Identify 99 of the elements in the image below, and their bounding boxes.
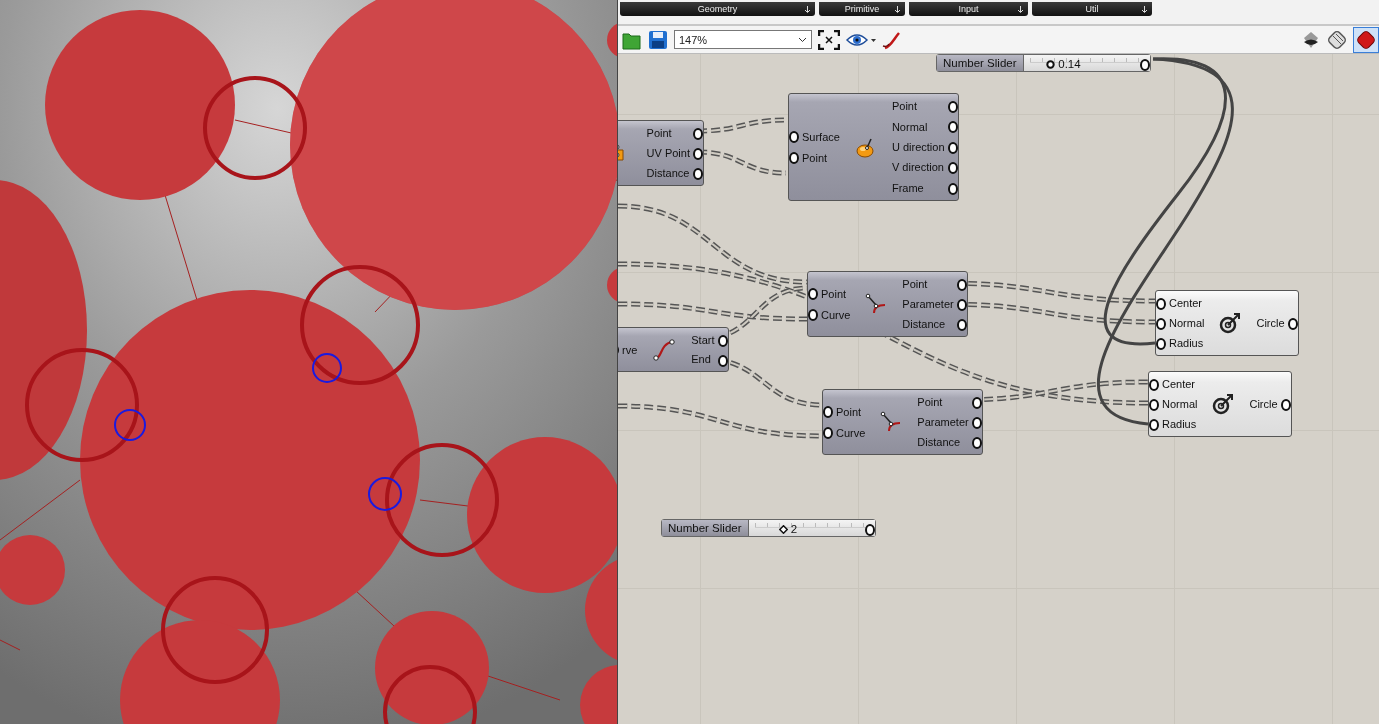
slider-title: Number Slider [662,520,749,536]
output-port[interactable] [947,182,958,195]
curve-point-icon [880,411,903,433]
output-port[interactable] [693,168,703,180]
caret-icon [798,36,807,43]
slider-knob[interactable] [1046,59,1056,69]
component-node[interactable]: rve Start End [618,327,729,372]
output-port[interactable] [947,121,958,134]
output-port[interactable] [693,128,703,140]
input-port[interactable] [1149,419,1159,431]
input-label: Point [836,405,862,418]
input-label: Point [802,151,828,164]
output-port[interactable] [971,397,982,409]
input-port[interactable] [808,288,818,300]
input-label: Normal [1162,398,1198,410]
expand-arrow-icon[interactable] [1141,6,1148,13]
output-label: Circle [1256,317,1285,329]
input-port[interactable] [789,152,799,164]
output-label: Point [902,278,928,290]
input-port[interactable] [1156,298,1166,310]
output-label: Circle [1249,398,1278,410]
output-label: Point [917,396,943,408]
output-port[interactable] [717,354,728,367]
slider-knob[interactable] [778,524,788,534]
output-label: U direction [891,141,945,153]
curve-point-icon [865,293,888,315]
input-label: Normal [1169,317,1205,329]
input-label: rve [622,343,638,356]
input-label: Surface [802,130,840,143]
output-port[interactable] [956,319,967,331]
input-port[interactable] [1156,338,1166,350]
component-node[interactable]: Center Normal Radius Circle [1155,290,1299,356]
input-label: Radius [1169,337,1204,349]
output-port[interactable] [947,101,958,113]
output-port[interactable] [1287,317,1298,330]
input-port[interactable] [823,406,833,418]
input-label: Curve [821,308,851,321]
output-label: Parameter [902,298,954,310]
expand-arrow-icon[interactable] [894,6,901,13]
output-port[interactable] [947,162,958,175]
slider-title: Number Slider [937,55,1024,71]
number-slider[interactable]: Number Slider 0.14 [936,54,1151,72]
output-port[interactable] [947,141,958,154]
save-icon[interactable] [648,29,668,50]
component-node[interactable]: Point Curve Point Parameter Distance [822,389,983,455]
input-port[interactable] [1149,399,1159,411]
output-label: Parameter [917,416,969,428]
component-node[interactable]: Surface Point Point Normal U direction V direction Frame [788,93,959,201]
zoom-extents-icon[interactable] [818,29,840,50]
category-tab[interactable]: Util [1032,2,1152,16]
output-label: End [691,353,711,366]
output-port[interactable] [693,148,703,160]
preview-shaded-icon[interactable] [1301,29,1321,50]
input-port[interactable] [823,427,833,439]
input-label: Center [1169,297,1203,309]
surface-blob-icon [854,136,877,158]
output-port[interactable] [971,437,982,449]
output-port[interactable] [1140,59,1150,71]
output-port[interactable] [971,417,982,429]
input-label: Curve [836,426,866,439]
input-label: Radius [1162,418,1197,430]
output-port[interactable] [956,279,967,291]
output-label: Point [646,127,672,139]
input-port[interactable] [1156,318,1166,330]
input-label: Point [821,287,847,300]
output-label: Distance [902,318,946,330]
circle-target-icon [1212,393,1235,415]
circle-target-icon [1219,312,1242,334]
input-label: Center [1162,378,1196,390]
output-port[interactable] [717,335,728,347]
input-port[interactable] [1149,379,1159,391]
output-label: Distance [917,436,961,448]
output-label: Frame [891,181,924,194]
output-label: UV Point [646,147,690,159]
category-tab[interactable]: Input [909,2,1028,16]
output-port[interactable] [956,299,967,311]
output-label: Normal [891,120,928,133]
category-tab[interactable]: Geometry [620,2,815,16]
preview-selected-button[interactable] [1353,26,1379,53]
curve-endpoints-icon [652,337,677,362]
output-port[interactable] [1280,398,1291,411]
output-label: Distance [646,167,690,179]
output-label: V direction [891,161,944,174]
slider-value: 2 [790,523,798,535]
number-slider[interactable]: Number Slider 2 [661,519,876,537]
component-node[interactable]: Point Curve Point Parameter Distance [807,271,968,337]
slider-value: 0.14 [1058,58,1081,70]
output-port[interactable] [865,524,875,536]
output-label: Point [891,100,917,113]
category-tab[interactable]: Primitive [819,2,905,16]
zoom-dropdown[interactable]: 147% [674,30,812,49]
input-port[interactable] [789,131,799,143]
component-node[interactable]: Point UV Point Distance [618,120,704,186]
input-port[interactable] [808,309,818,321]
expand-arrow-icon[interactable] [1017,6,1024,13]
expand-arrow-icon[interactable] [804,6,811,13]
component-node[interactable]: Center Normal Radius Circle [1148,371,1292,437]
eye-icon[interactable] [846,31,876,48]
output-label: Start [691,333,715,346]
